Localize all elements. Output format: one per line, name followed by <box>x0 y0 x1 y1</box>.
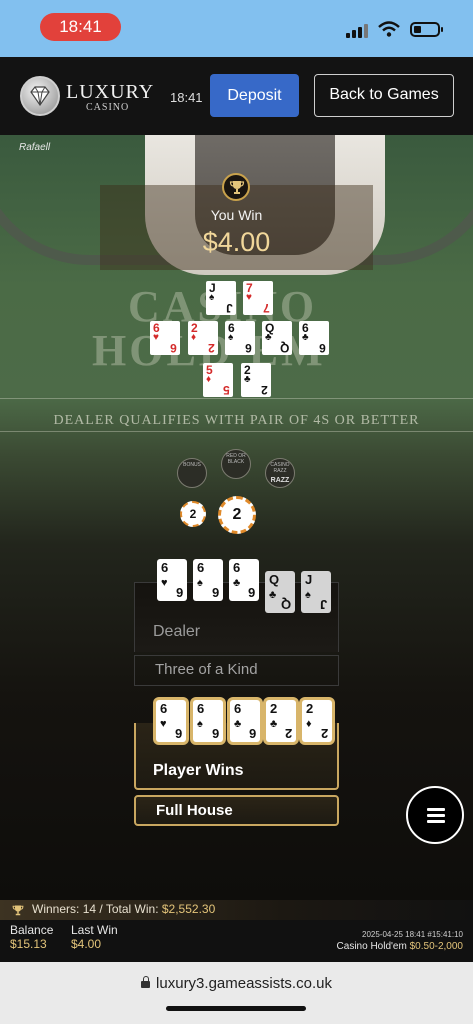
balance-label: Balance <box>10 923 54 937</box>
player-hole-card: 2 ♣ 2 <box>241 363 271 397</box>
logo-title: LUXURY <box>66 81 155 103</box>
winners-summary: Winners: 14 / Total Win: $2,552.30 <box>32 902 216 916</box>
player-hand-card: 2 ♣ 2 <box>266 700 296 742</box>
player-hand-result: Full House <box>134 795 339 826</box>
top-header: LUXURY CASINO 18:41 Deposit Back to Game… <box>0 57 473 135</box>
win-amount: $4.00 <box>202 227 271 257</box>
dealer-hand-result: Three of a Kind <box>134 655 339 686</box>
player-hand-label: Player Wins <box>153 762 244 779</box>
razz-label: RAZZ <box>270 477 290 484</box>
community-card: Q ♣ Q <box>262 321 292 355</box>
player-hand-card: 2 ♦ 2 <box>302 700 332 742</box>
community-card: 2 ♦ 2 <box>188 321 218 355</box>
community-card: 6 ♣ 6 <box>299 321 329 355</box>
browser-url-bar[interactable]: luxury3.gameassists.co.uk <box>0 962 473 1024</box>
dealer-hand-card: Q ♣ Q <box>265 571 295 613</box>
account-footer: Balance $15.13 Last Win $4.00 2025-04-25… <box>0 920 473 962</box>
trophy-icon <box>222 173 250 201</box>
casino-razz-bet-spot: CASINO RAZZ RAZZ <box>265 458 295 488</box>
win-label: You Win <box>210 207 263 223</box>
red-or-black-bet-spot: RED OR BLACK <box>221 449 251 479</box>
dealer-hand-card: J ♠ J <box>301 571 331 613</box>
game-info: Casino Hold'em $0.50-2,000 <box>336 941 463 952</box>
community-card: 6 ♠ 6 <box>225 321 255 355</box>
dealer-hand-card: 6 ♥ 6 <box>157 559 187 601</box>
round-timestamp: 2025-04-25 18:41 #15:41:10 <box>362 930 463 939</box>
last-win-label: Last Win <box>71 923 118 937</box>
trophy-small-icon <box>12 905 24 916</box>
casino-logo-icon <box>20 76 60 116</box>
status-bar: 18:41 <box>0 0 473 57</box>
screen: 18:41 LUXURY CASINO 18:41 Deposit Back t… <box>0 0 473 1024</box>
dealer-hand-card: 6 ♣ 6 <box>229 559 259 601</box>
url-text[interactable]: luxury3.gameassists.co.uk <box>0 975 473 992</box>
community-card: 6 ♥ 6 <box>150 321 180 355</box>
deposit-button[interactable]: Deposit <box>210 74 299 117</box>
player-hand-card: 6 ♠ 6 <box>193 700 223 742</box>
qualify-rule: DEALER QUALIFIES WITH PAIR OF 4S OR BETT… <box>53 413 420 428</box>
battery-icon <box>410 22 443 37</box>
felt-divider <box>0 398 473 399</box>
logo-subtitle: CASINO <box>86 102 130 113</box>
player-hand-card: 6 ♥ 6 <box>156 700 186 742</box>
back-to-games-button[interactable]: Back to Games <box>314 74 454 117</box>
wifi-icon <box>378 21 400 37</box>
felt-divider <box>0 431 473 432</box>
cellular-signal-icon <box>346 22 368 38</box>
balance-value: $15.13 <box>10 937 47 951</box>
game-area: Rafaell You Win $4.00 CASINO HOLD'EM J♠J… <box>0 135 473 900</box>
winners-bar: Winners: 14 / Total Win: $2,552.30 <box>0 900 473 920</box>
last-win-value: $4.00 <box>71 937 102 951</box>
ante-chip: 2 <box>180 501 206 527</box>
dealer-hand-label: Dealer <box>153 623 201 640</box>
dealer-hand-card: 6 ♠ 6 <box>193 559 223 601</box>
dealer-name: Rafaell <box>19 142 51 153</box>
player-hole-card: 5 ♦ 5 <box>203 363 233 397</box>
lock-icon <box>141 976 151 988</box>
dealer-hole-card: J ♠ J <box>206 281 236 315</box>
status-time: 18:41 <box>40 13 121 41</box>
menu-button[interactable] <box>406 786 464 844</box>
header-clock: 18:41 <box>170 90 203 105</box>
home-indicator <box>166 1006 306 1011</box>
player-hand-card: 6 ♣ 6 <box>230 700 260 742</box>
bonus-bet-spot: BONUS <box>177 458 207 488</box>
call-chip: 2 <box>218 496 256 534</box>
dealer-hole-card: 7 ♥ 7 <box>243 281 273 315</box>
